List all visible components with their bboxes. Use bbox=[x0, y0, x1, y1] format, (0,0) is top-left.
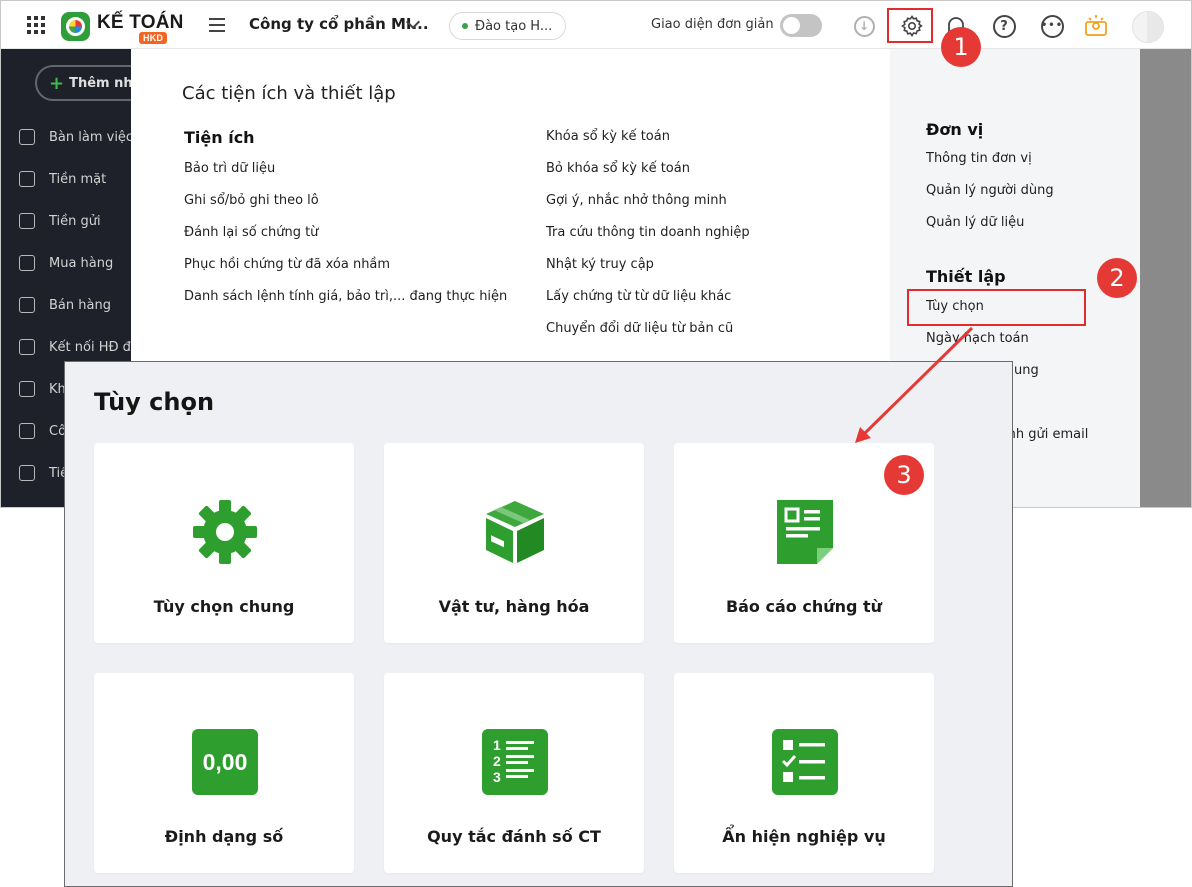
link-posting-date[interactable]: Ngày hạch toán bbox=[926, 331, 1029, 346]
logo-badge: HKD bbox=[139, 32, 168, 44]
warehouse-icon bbox=[19, 381, 35, 397]
number-format-text: 0,00 bbox=[202, 748, 248, 775]
link-company-lookup[interactable]: Tra cứu thông tin doanh nghiệp bbox=[546, 225, 750, 240]
company-selector[interactable]: Công ty cổ phần MI... bbox=[249, 15, 429, 33]
sidebar-item-deposit[interactable]: Tiền gửi bbox=[19, 210, 101, 232]
settings-panel-title: Các tiện ích và thiết lập bbox=[182, 83, 396, 104]
link-smart-reminders[interactable]: Gợi ý, nhắc nhở thông minh bbox=[546, 193, 727, 208]
bank-icon bbox=[19, 213, 35, 229]
step-badge-3: 3 bbox=[884, 455, 924, 495]
card-show-hide-operations[interactable]: Ẩn hiện nghiệp vụ bbox=[674, 673, 934, 873]
link-unit-info[interactable]: Thông tin đơn vị bbox=[926, 151, 1032, 166]
document-icon bbox=[772, 499, 838, 565]
options-highlight-box bbox=[907, 289, 1086, 326]
link-data-maintenance[interactable]: Bảo trì dữ liệu bbox=[184, 161, 275, 176]
card-label: Ẩn hiện nghiệp vụ bbox=[722, 827, 886, 846]
sidebar-item-salary[interactable]: Tiề bbox=[19, 462, 68, 484]
link-unlock-period[interactable]: Bỏ khóa sổ kỳ kế toán bbox=[546, 161, 690, 176]
link-running-jobs[interactable]: Danh sách lệnh tính giá, bảo trì,... đan… bbox=[184, 289, 507, 304]
link-batch-posting[interactable]: Ghi sổ/bỏ ghi theo lô bbox=[184, 193, 319, 208]
cart-icon bbox=[19, 297, 35, 313]
sidebar-item-desk[interactable]: Bàn làm việc bbox=[19, 126, 133, 148]
plus-icon: + bbox=[49, 72, 65, 94]
card-voucher-numbering[interactable]: 1 2 3 Quy tắc đánh số CT bbox=[384, 673, 644, 873]
sidebar-item-einvoice[interactable]: Kết nối HĐ đi bbox=[19, 336, 135, 358]
card-label: Vật tư, hàng hóa bbox=[438, 597, 590, 616]
link-restore-deleted[interactable]: Phục hồi chứng từ đã xóa nhầm bbox=[184, 257, 390, 272]
sidebar-item-cash[interactable]: Tiền mặt bbox=[19, 168, 106, 190]
setup-heading: Thiết lập bbox=[926, 267, 1006, 286]
step-badge-2: 2 bbox=[1097, 258, 1137, 298]
card-materials-goods[interactable]: Vật tư, hàng hóa bbox=[384, 443, 644, 643]
training-db-label: Đào tạo H... bbox=[475, 18, 553, 34]
card-number-format[interactable]: 0,00 Định dạng số bbox=[94, 673, 354, 873]
menu-icon[interactable] bbox=[209, 18, 225, 32]
card-label: Tùy chọn chung bbox=[153, 597, 295, 616]
desk-icon bbox=[19, 129, 35, 145]
sidebar-item-purchase[interactable]: Mua hàng bbox=[19, 252, 113, 274]
gear-icon[interactable] bbox=[899, 13, 925, 39]
app-logo[interactable]: KẾ TOÁN HKD bbox=[61, 10, 184, 44]
logo-title: KẾ TOÁN bbox=[97, 12, 184, 33]
overlay-backdrop-strip bbox=[1140, 49, 1191, 507]
card-label: Quy tắc đánh số CT bbox=[427, 827, 601, 846]
download-icon[interactable]: ↓ bbox=[851, 13, 877, 39]
sidebar-item-warehouse[interactable]: Kh bbox=[19, 378, 66, 400]
card-label: Định dạng số bbox=[164, 827, 284, 846]
sidebar-item-label: Tiền gửi bbox=[49, 213, 101, 229]
help-icon[interactable]: ? bbox=[991, 13, 1017, 39]
dialog-title: Tùy chọn bbox=[94, 388, 215, 416]
sidebar-item-label: Mua hàng bbox=[49, 255, 114, 271]
gear-icon bbox=[192, 499, 258, 565]
tools-icon bbox=[19, 423, 35, 439]
sidebar-item-label: Bán hàng bbox=[49, 297, 111, 313]
numbered-list-icon: 1 2 3 bbox=[482, 729, 548, 795]
training-db-pill[interactable]: Đào tạo H... bbox=[449, 12, 567, 40]
card-general-options[interactable]: Tùy chọn chung bbox=[94, 443, 354, 643]
simple-ui-label: Giao diện đơn giản bbox=[651, 17, 774, 32]
sidebar-item-label: Bàn làm việc bbox=[49, 129, 134, 145]
link-lock-period[interactable]: Khóa sổ kỳ kế toán bbox=[546, 129, 670, 144]
card-label: Báo cáo chứng từ bbox=[725, 597, 883, 616]
link-convert-old-data[interactable]: Chuyển đổi dữ liệu từ bản cũ bbox=[546, 321, 733, 336]
step-badge-1: 1 bbox=[941, 27, 981, 67]
avatar[interactable] bbox=[1132, 11, 1164, 43]
logo-mark-icon bbox=[61, 11, 90, 41]
simple-ui-toggle[interactable] bbox=[780, 14, 822, 37]
unit-heading: Đơn vị bbox=[926, 120, 984, 139]
salary-icon bbox=[19, 465, 35, 481]
checklist-icon bbox=[772, 729, 838, 795]
sidebar-item-sales[interactable]: Bán hàng bbox=[19, 294, 111, 316]
cash-icon bbox=[19, 171, 35, 187]
status-dot-icon bbox=[462, 23, 468, 29]
invoice-icon bbox=[19, 339, 35, 355]
link-access-log[interactable]: Nhật ký truy cập bbox=[546, 257, 654, 272]
bag-icon bbox=[19, 255, 35, 271]
idea-icon[interactable] bbox=[1083, 13, 1109, 39]
screenshot-root: KẾ TOÁN HKD Công ty cổ phần MI... Đào tạ… bbox=[0, 0, 1192, 887]
link-general-partial[interactable]: ung bbox=[1014, 363, 1039, 378]
link-email-config-partial[interactable]: ình gửi email bbox=[1004, 427, 1088, 442]
top-bar: KẾ TOÁN HKD Công ty cổ phần MI... Đào tạ… bbox=[1, 1, 1191, 49]
options-dialog: Tùy chọn Tùy chọn chung Vật tư, hàng hóa… bbox=[64, 361, 1013, 887]
utilities-heading: Tiện ích bbox=[184, 128, 255, 147]
link-data-management[interactable]: Quản lý dữ liệu bbox=[926, 215, 1024, 230]
logo-text: KẾ TOÁN HKD bbox=[97, 10, 184, 44]
sidebar-item-label: Tiền mặt bbox=[49, 171, 107, 187]
link-renumber-vouchers[interactable]: Đánh lại số chứng từ bbox=[184, 225, 318, 240]
box-icon bbox=[482, 499, 548, 565]
number-format-icon: 0,00 bbox=[192, 729, 258, 795]
link-user-management[interactable]: Quản lý người dùng bbox=[926, 183, 1054, 198]
apps-grid-icon[interactable] bbox=[27, 16, 45, 34]
link-import-vouchers[interactable]: Lấy chứng từ từ dữ liệu khác bbox=[546, 289, 731, 304]
sidebar-item-label: Kết nối HĐ đi bbox=[49, 339, 135, 355]
more-icon[interactable]: ••• bbox=[1039, 13, 1065, 39]
sidebar-item-tools[interactable]: Cô bbox=[19, 420, 66, 442]
